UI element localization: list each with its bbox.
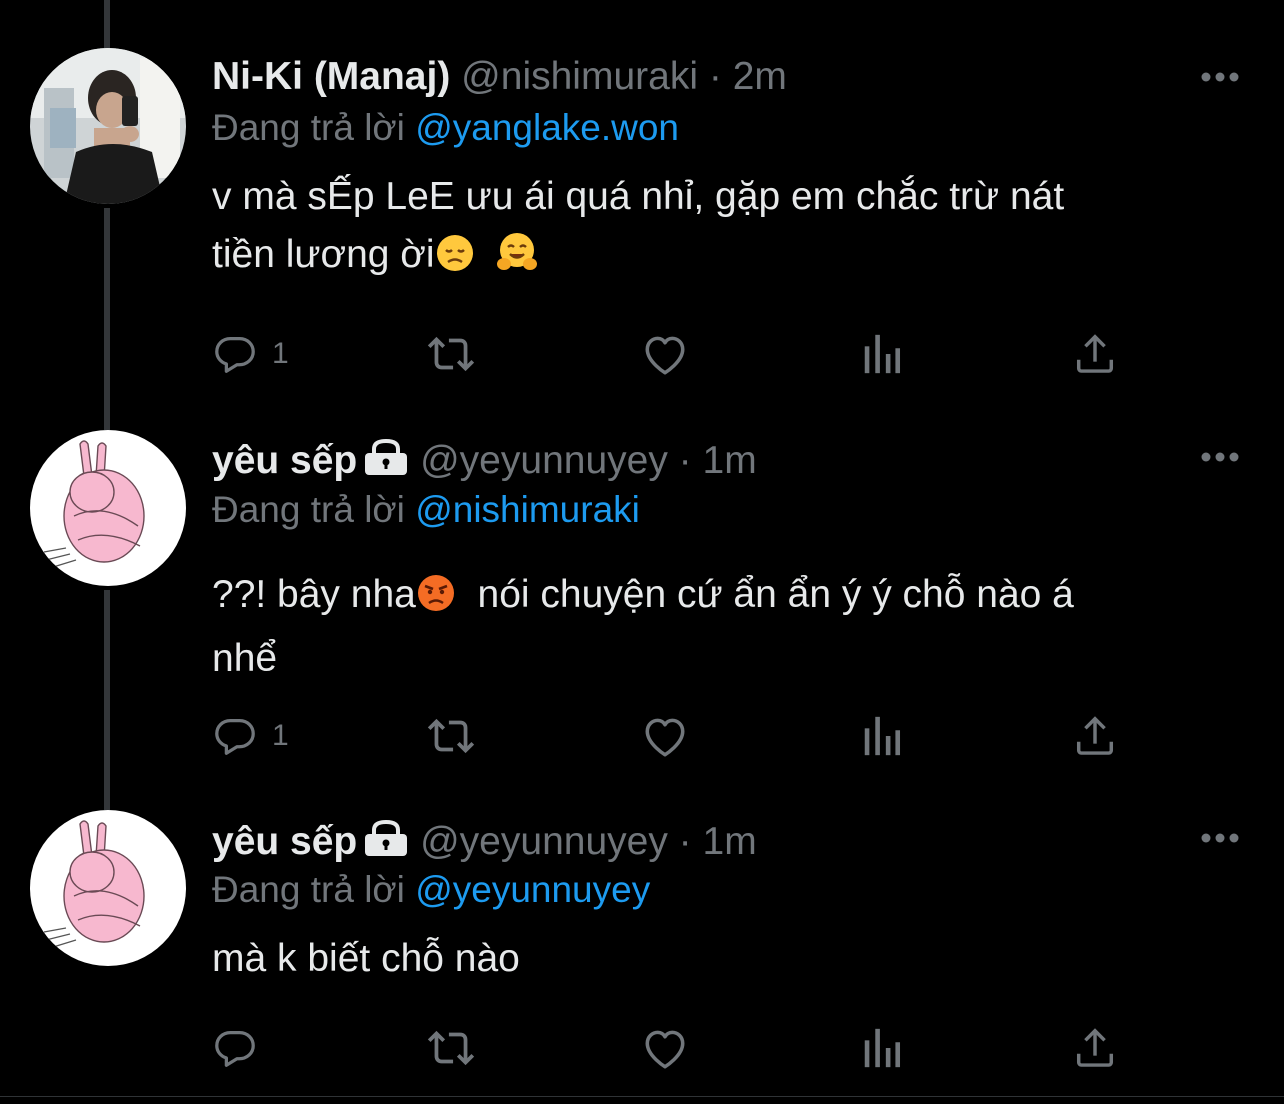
- user-handle[interactable]: @yeyunnuyey: [420, 439, 668, 482]
- retweet-icon: [427, 718, 475, 754]
- like-button[interactable]: [640, 710, 690, 762]
- tweet-text-line: mà k biết chỗ nào: [212, 937, 520, 980]
- views-button[interactable]: [860, 710, 904, 762]
- mention-link[interactable]: @yanglake.won: [415, 107, 679, 148]
- divider: [0, 1096, 1284, 1097]
- reply-count: 1: [272, 719, 289, 752]
- replying-to-label: Đang trả lời: [212, 489, 405, 530]
- disappointed-face-icon: [435, 232, 475, 290]
- display-name[interactable]: Ni-Ki (Manaj): [212, 55, 450, 98]
- retweet-icon: [427, 336, 475, 372]
- tweet-header: yêu sếp @yeyunnuyey · 1m: [212, 436, 757, 486]
- lock-icon: [363, 819, 409, 871]
- separator-dot: ·: [678, 439, 692, 482]
- bar-chart-icon: [864, 1028, 901, 1068]
- bar-chart-icon: [864, 334, 901, 374]
- tweet[interactable]: Ni-Ki (Manaj) @nishimuraki · 2m Đang trả…: [0, 0, 1284, 410]
- hugging-face-icon: [496, 231, 538, 290]
- retweet-button[interactable]: [424, 328, 478, 380]
- tweet-text: v mà sẾp LeE ưu ái quá nhỉ, gặp em chắc …: [212, 168, 1192, 290]
- more-options-button[interactable]: [1198, 62, 1246, 92]
- retweet-button[interactable]: [424, 1022, 478, 1074]
- heart-icon: [645, 336, 685, 375]
- avatar[interactable]: [30, 48, 186, 204]
- lock-icon: [363, 438, 409, 490]
- replying-to: Đang trả lời @nishimuraki: [212, 486, 640, 534]
- ellipsis-icon: [1201, 452, 1239, 462]
- timestamp[interactable]: 1m: [703, 439, 757, 482]
- tweet-text-line: nhể: [212, 637, 278, 680]
- retweet-button[interactable]: [424, 710, 478, 762]
- avatar[interactable]: [30, 810, 186, 966]
- replying-to-label: Đang trả lời: [212, 869, 405, 910]
- share-button[interactable]: [1072, 710, 1118, 762]
- share-icon: [1076, 334, 1114, 373]
- heart-icon: [645, 718, 685, 757]
- angry-face-icon: [416, 572, 456, 630]
- avatar[interactable]: [30, 430, 186, 586]
- ellipsis-icon: [1201, 833, 1239, 843]
- replying-to: Đang trả lời @yeyunnuyey: [212, 866, 650, 914]
- separator-dot: ·: [708, 55, 722, 98]
- share-icon: [1076, 1028, 1114, 1067]
- timestamp[interactable]: 2m: [733, 55, 787, 98]
- views-button[interactable]: [860, 1022, 904, 1074]
- tweet[interactable]: yêu sếp @yeyunnuyey · 1m Đang trả lời @y…: [0, 790, 1284, 1096]
- replying-to-label: Đang trả lời: [212, 107, 405, 148]
- tweet-header: yêu sếp @yeyunnuyey · 1m: [212, 817, 757, 867]
- timestamp[interactable]: 1m: [703, 820, 757, 863]
- tweet-text-line: ??! bây nha nói chuyện cứ ẩn ẩn ý ý chỗ …: [212, 566, 1192, 630]
- display-name[interactable]: yêu sếp: [212, 820, 357, 863]
- like-button[interactable]: [640, 328, 690, 380]
- more-options-button[interactable]: [1198, 823, 1246, 853]
- user-handle[interactable]: @nishimuraki: [461, 55, 698, 98]
- tweet-header: Ni-Ki (Manaj) @nishimuraki · 2m: [212, 52, 787, 102]
- share-button[interactable]: [1072, 328, 1118, 380]
- reply-count: 1: [272, 337, 289, 370]
- tweet-text: mà k biết chỗ nào: [212, 930, 1192, 988]
- speech-bubble-icon: [215, 337, 255, 373]
- separator-dot: ·: [678, 820, 692, 863]
- tweet-text-line: tiền lương ời: [212, 226, 1192, 290]
- mention-link[interactable]: @nishimuraki: [415, 489, 640, 530]
- share-button[interactable]: [1072, 1022, 1118, 1074]
- mention-link[interactable]: @yeyunnuyey: [415, 869, 650, 910]
- heart-icon: [645, 1030, 685, 1069]
- tweet-text: ??! bây nha nói chuyện cứ ẩn ẩn ý ý chỗ …: [212, 566, 1192, 688]
- more-options-button[interactable]: [1198, 442, 1246, 472]
- user-handle[interactable]: @yeyunnuyey: [420, 820, 668, 863]
- like-button[interactable]: [640, 1022, 690, 1074]
- retweet-icon: [427, 1030, 475, 1066]
- reply-button[interactable]: 1: [212, 328, 289, 380]
- speech-bubble-icon: [215, 719, 255, 755]
- views-button[interactable]: [860, 328, 904, 380]
- reply-button[interactable]: 1: [212, 710, 289, 762]
- tweet[interactable]: yêu sếp @yeyunnuyey · 1m Đang trả lời @n…: [0, 410, 1284, 800]
- conversation-thread: Ni-Ki (Manaj) @nishimuraki · 2m Đang trả…: [0, 0, 1284, 1104]
- share-icon: [1076, 716, 1114, 755]
- replying-to: Đang trả lời @yanglake.won: [212, 104, 679, 152]
- speech-bubble-icon: [215, 1031, 255, 1067]
- bar-chart-icon: [864, 716, 901, 756]
- ellipsis-icon: [1201, 72, 1239, 82]
- display-name[interactable]: yêu sếp: [212, 439, 357, 482]
- tweet-text-line: v mà sẾp LeE ưu ái quá nhỉ, gặp em chắc …: [212, 175, 1065, 218]
- reply-button[interactable]: [212, 1022, 272, 1074]
